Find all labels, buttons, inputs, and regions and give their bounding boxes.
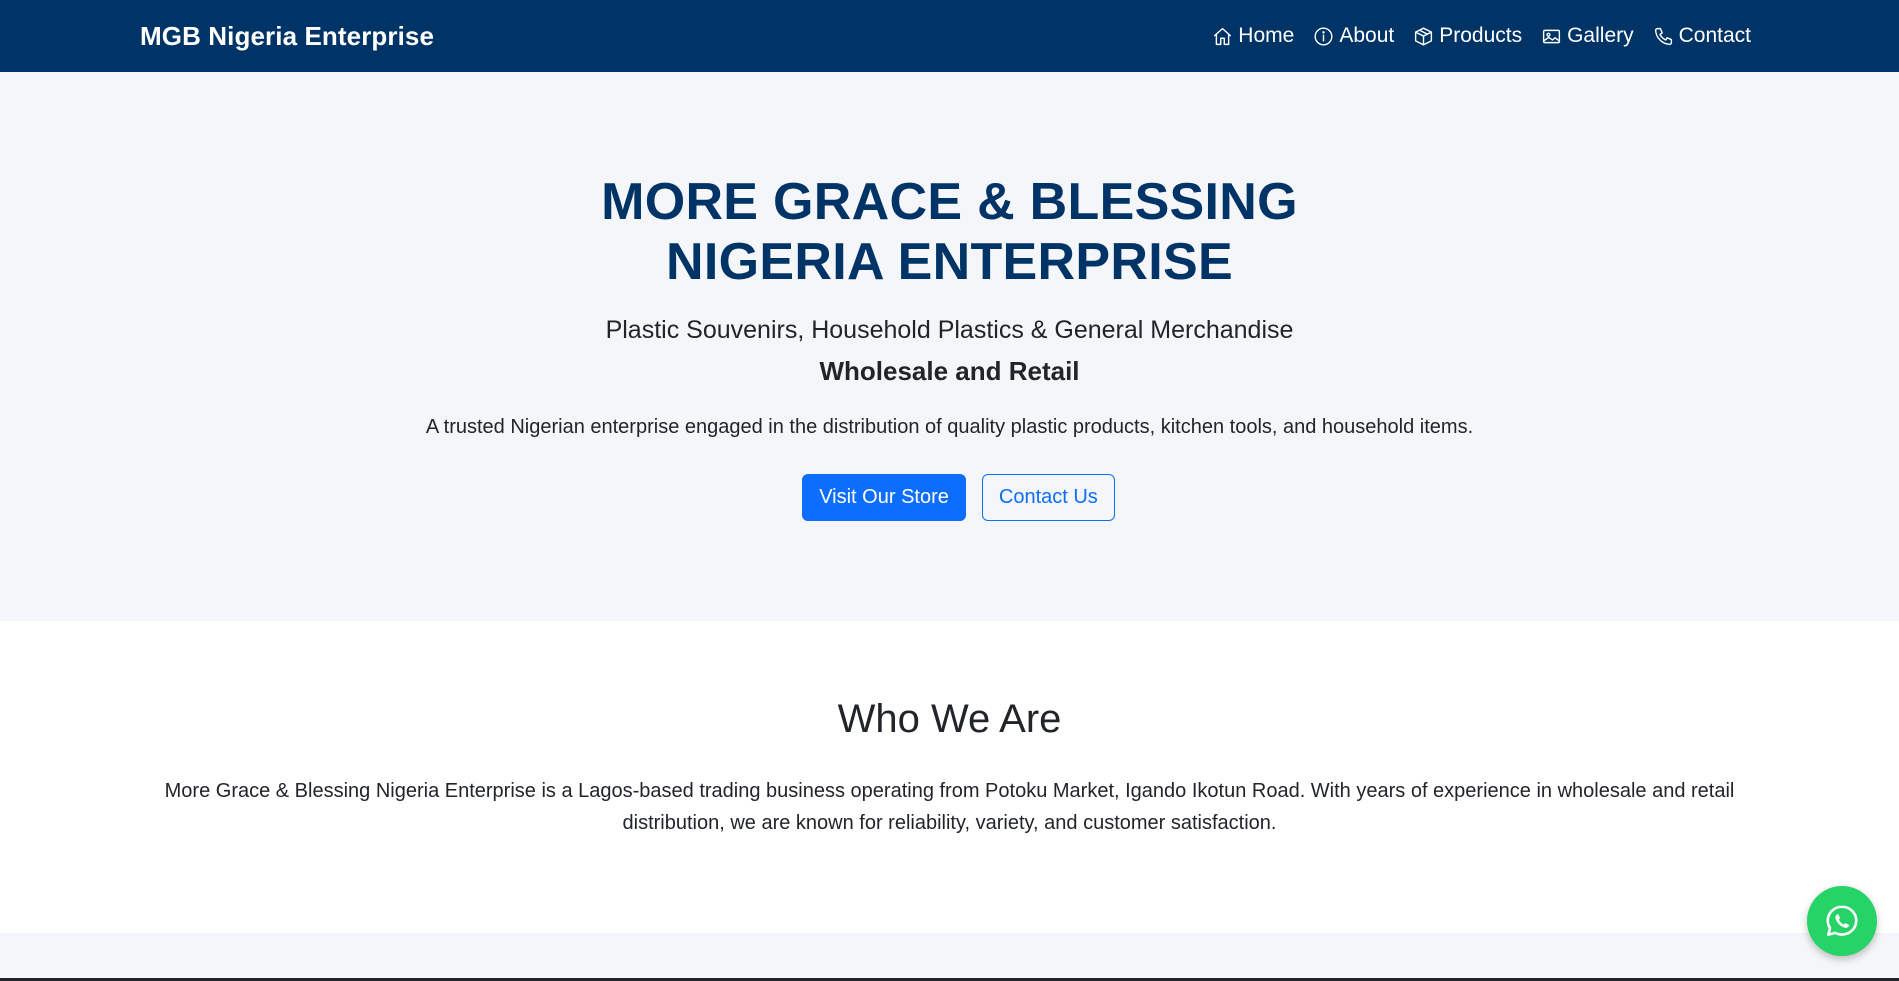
about-text: More Grace & Blessing Nigeria Enterprise… bbox=[164, 780, 1735, 834]
nav-links: Home About Products Gallery Contact bbox=[1212, 24, 1751, 48]
nav-link-label: Products bbox=[1439, 24, 1523, 47]
next-section bbox=[0, 933, 1899, 981]
hero-subtitle: Plastic Souvenirs, Household Plastics & … bbox=[605, 316, 1294, 344]
brand-logo-link[interactable]: MGB Nigeria Enterprise bbox=[140, 21, 434, 52]
whatsapp-icon bbox=[1826, 905, 1858, 936]
info-icon bbox=[1314, 26, 1333, 46]
phone-icon bbox=[1654, 27, 1672, 45]
image-icon bbox=[1543, 29, 1561, 43]
nav-link-label: About bbox=[1339, 24, 1395, 47]
box-icon bbox=[1415, 26, 1433, 46]
nav-link-label: Gallery bbox=[1567, 24, 1634, 47]
navbar: MGB Nigeria Enterprise Home About Produc… bbox=[0, 0, 1899, 72]
nav-link-home[interactable]: Home bbox=[1212, 24, 1294, 48]
hero-title: MORE GRACE & BLESSING NIGERIA ENTERPRISE bbox=[0, 172, 1899, 292]
nav-link-label: Contact bbox=[1678, 24, 1751, 47]
hero-section: MORE GRACE & BLESSING NIGERIA ENTERPRISE… bbox=[0, 72, 1899, 621]
nav-link-label: Home bbox=[1238, 24, 1295, 47]
contact-us-button[interactable]: Contact Us bbox=[981, 474, 1115, 521]
about-title: Who We Are bbox=[837, 697, 1062, 741]
hero-buttons: Visit Our Store Contact Us bbox=[0, 474, 1899, 521]
hero-title-line: NIGERIA ENTERPRISE bbox=[666, 233, 1233, 291]
home-icon bbox=[1214, 27, 1232, 45]
nav-link-contact[interactable]: Contact bbox=[1653, 24, 1751, 48]
nav-link-about[interactable]: About bbox=[1313, 24, 1394, 48]
hero-tagline: Wholesale and Retail bbox=[819, 356, 1080, 386]
about-section: Who We Are More Grace & Blessing Nigeria… bbox=[0, 621, 1899, 933]
hero-description: A trusted Nigerian enterprise engaged in… bbox=[425, 416, 1474, 438]
visit-store-button[interactable]: Visit Our Store bbox=[802, 474, 966, 521]
nav-link-products[interactable]: Products bbox=[1413, 24, 1522, 48]
hero-title-line: MORE GRACE & BLESSING bbox=[601, 173, 1298, 231]
nav-link-gallery[interactable]: Gallery bbox=[1541, 24, 1634, 48]
whatsapp-button[interactable] bbox=[1807, 886, 1877, 956]
